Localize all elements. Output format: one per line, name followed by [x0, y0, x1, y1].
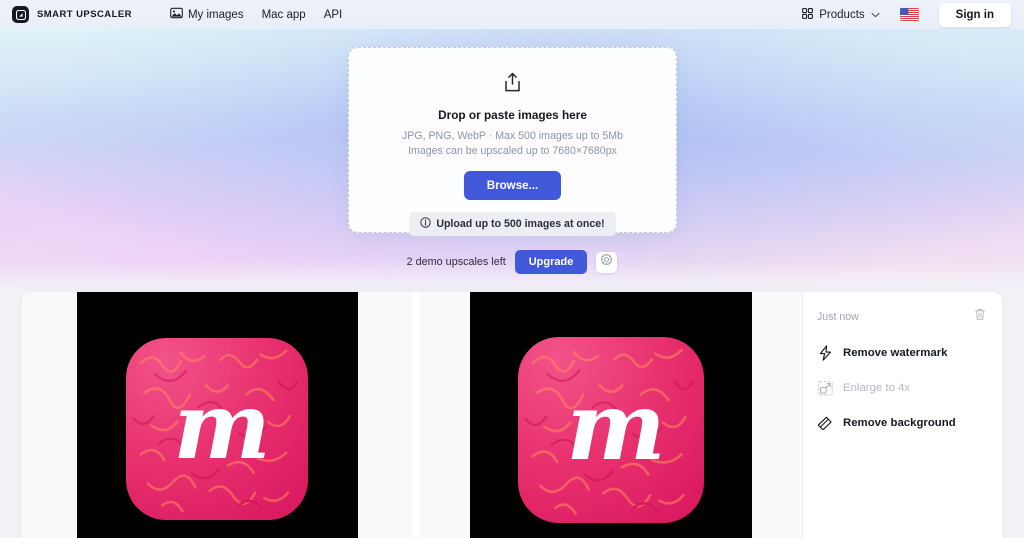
upgrade-button[interactable]: Upgrade — [514, 250, 588, 274]
after-image-canvas[interactable]: m — [470, 292, 752, 538]
upload-icon — [503, 72, 522, 98]
bulk-upload-hint-label: Upload up to 500 images at once! — [436, 218, 605, 230]
before-icon-letter: m — [173, 372, 270, 480]
nav-item-my-images[interactable]: My images — [170, 7, 244, 22]
demo-upgrade-row: 2 demo upscales left Upgrade — [0, 250, 1024, 274]
result-actions-sidebar: Just now Remove watermark Enlarge to 4x … — [802, 292, 1002, 538]
action-label-remove-background: Remove background — [843, 417, 956, 429]
eraser-icon — [817, 415, 833, 431]
primary-nav: My images Mac app API — [170, 7, 342, 22]
before-image-canvas[interactable]: m — [76, 292, 358, 538]
after-app-icon-artwork: m — [518, 337, 704, 523]
grid-icon — [802, 7, 814, 22]
nav-item-api[interactable]: API — [324, 9, 343, 21]
action-label-enlarge-to-4x: Enlarge to 4x — [843, 382, 911, 394]
dropzone-formats-line: JPG, PNG, WebP · Max 500 images up to 5M… — [402, 130, 623, 142]
dropzone-title: Drop or paste images here — [438, 108, 587, 122]
after-image-pane[interactable]: m — [420, 292, 802, 538]
action-label-remove-watermark: Remove watermark — [843, 347, 948, 359]
browse-button[interactable]: Browse... — [463, 171, 562, 200]
info-icon — [420, 217, 432, 231]
result-timestamp: Just now — [817, 311, 859, 323]
images-icon — [170, 7, 183, 22]
upload-dropzone[interactable]: Drop or paste images here JPG, PNG, WebP… — [348, 47, 677, 236]
enlarge-icon — [817, 380, 833, 396]
app-logo-icon — [12, 6, 29, 23]
action-remove-watermark[interactable]: Remove watermark — [817, 345, 986, 361]
settings-button[interactable] — [596, 251, 618, 273]
action-remove-background[interactable]: Remove background — [817, 415, 986, 431]
bulk-upload-hint: Upload up to 500 images at once! — [409, 212, 616, 236]
nav-label-mac-app: Mac app — [261, 8, 306, 21]
us-flag-icon[interactable] — [899, 8, 919, 21]
dropzone-maxsize-line: Images can be upscaled up to 7680×7680px — [408, 145, 617, 157]
nav-label-api: API — [323, 8, 343, 21]
sidebar-header: Just now — [817, 308, 986, 326]
before-image-pane[interactable]: m — [22, 292, 412, 538]
result-card: m m Just now Remove watermark Enlarge to… — [22, 292, 1002, 538]
comparison-divider — [412, 292, 420, 538]
chevron-down-icon — [871, 9, 880, 21]
brand-logo[interactable]: SMART UPSCALER — [12, 6, 132, 23]
action-enlarge-to-4x[interactable]: Enlarge to 4x — [817, 380, 986, 396]
top-navigation-bar: SMART UPSCALER My images Mac app API Pro… — [0, 0, 1024, 29]
demo-counter-label: 2 demo upscales left — [406, 256, 506, 268]
gear-icon — [600, 253, 613, 271]
after-icon-letter: m — [566, 372, 665, 482]
lightning-bolt-icon — [817, 345, 833, 361]
before-app-icon-artwork: m — [126, 338, 308, 520]
products-menu[interactable]: Products — [802, 7, 880, 22]
trash-icon — [974, 308, 986, 326]
sign-in-button[interactable]: Sign in — [938, 2, 1011, 27]
nav-label-my-images: My images — [187, 8, 244, 21]
delete-result-button[interactable] — [974, 308, 986, 326]
products-label: Products — [819, 8, 865, 21]
nav-right-group: Products Sign in — [802, 2, 1011, 27]
nav-item-mac-app[interactable]: Mac app — [262, 9, 306, 21]
brand-name: SMART UPSCALER — [37, 9, 132, 20]
